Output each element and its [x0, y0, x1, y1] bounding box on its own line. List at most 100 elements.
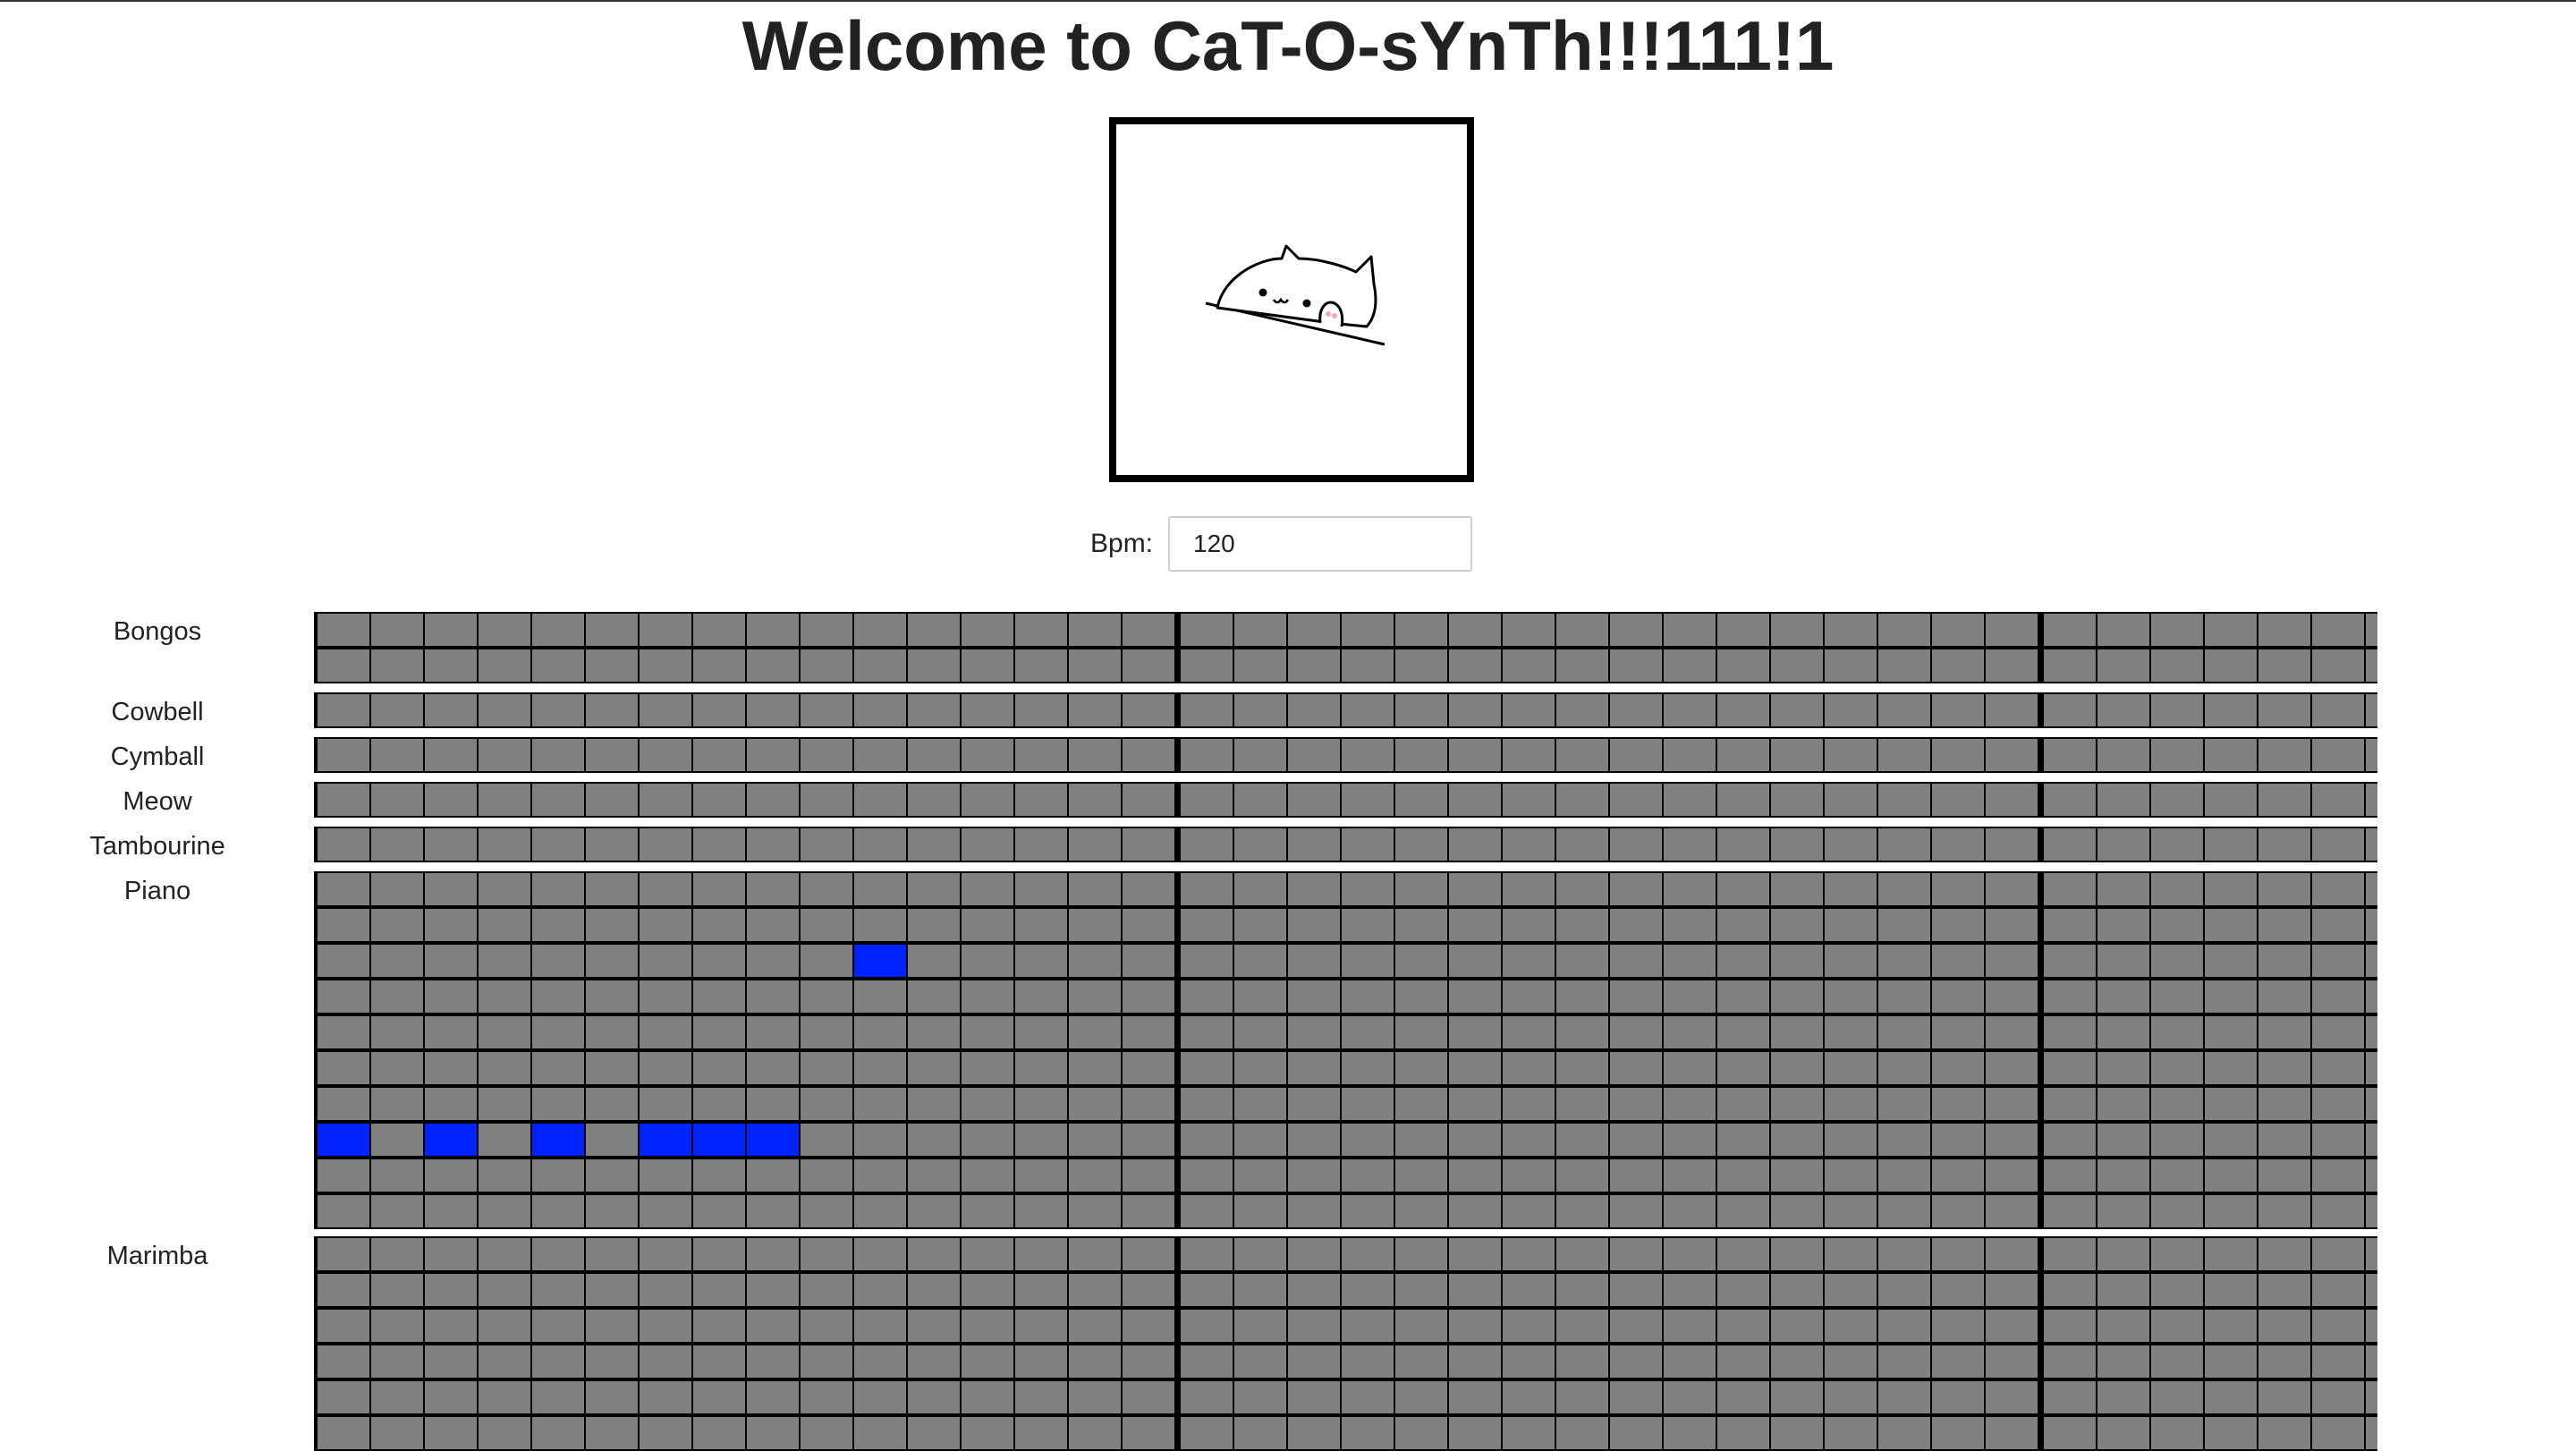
step-cell[interactable] [2205, 1195, 2257, 1227]
step-cell[interactable] [2258, 828, 2310, 861]
step-cell[interactable] [1610, 1124, 1662, 1156]
step-cell[interactable] [1342, 1238, 1394, 1270]
step-cell[interactable] [2366, 1310, 2377, 1342]
step-cell[interactable] [2205, 1274, 2257, 1306]
step-cell[interactable] [371, 1195, 423, 1227]
step-cell[interactable] [1664, 1016, 1716, 1048]
step-cell[interactable] [1932, 1274, 1984, 1306]
step-cell[interactable] [371, 1124, 423, 1156]
step-cell[interactable] [318, 1417, 369, 1449]
step-cell[interactable] [425, 1238, 477, 1270]
step-cell[interactable] [2312, 909, 2364, 941]
step-cell[interactable] [1181, 649, 1233, 682]
step-cell[interactable] [1395, 1088, 1447, 1120]
step-cell[interactable] [854, 649, 906, 682]
step-cell[interactable] [1771, 1195, 1823, 1227]
step-cell[interactable] [318, 1381, 369, 1413]
step-cell[interactable] [747, 1238, 799, 1270]
step-cell[interactable] [479, 1310, 530, 1342]
step-cell[interactable] [1986, 909, 2038, 941]
step-cell[interactable] [693, 694, 745, 726]
step-cell[interactable] [532, 1195, 584, 1227]
step-cell[interactable] [801, 1088, 852, 1120]
step-cell[interactable] [1771, 1016, 1823, 1048]
step-cell[interactable] [1556, 784, 1608, 816]
step-cell[interactable] [1069, 1124, 1121, 1156]
step-cell[interactable] [1449, 1195, 1501, 1227]
step-cell[interactable] [586, 1381, 638, 1413]
step-cell[interactable] [2366, 1195, 2377, 1227]
step-cell-active[interactable] [747, 1124, 799, 1156]
step-cell[interactable] [693, 980, 745, 1013]
step-cell[interactable] [1664, 1274, 1716, 1306]
step-cell[interactable] [1181, 1345, 1233, 1378]
step-cell[interactable] [532, 1310, 584, 1342]
step-cell[interactable] [2258, 1052, 2310, 1084]
step-cell[interactable] [1015, 1274, 1067, 1306]
step-cell[interactable] [1771, 1310, 1823, 1342]
step-cell-active[interactable] [640, 1124, 691, 1156]
step-cell[interactable] [1015, 1345, 1067, 1378]
step-cell[interactable] [747, 909, 799, 941]
step-cell[interactable] [532, 649, 584, 682]
step-cell[interactable] [1771, 945, 1823, 977]
step-cell[interactable] [1069, 1052, 1121, 1084]
step-cell[interactable] [1234, 649, 1286, 682]
step-cell[interactable] [318, 1238, 369, 1270]
step-cell[interactable] [371, 1345, 423, 1378]
step-cell[interactable] [1556, 828, 1608, 861]
step-cell[interactable] [1610, 649, 1662, 682]
step-cell[interactable] [1449, 614, 1501, 646]
step-cell[interactable] [425, 980, 477, 1013]
step-cell[interactable] [1069, 980, 1121, 1013]
step-cell[interactable] [1878, 1381, 1930, 1413]
step-cell[interactable] [1610, 1381, 1662, 1413]
step-cell[interactable] [1664, 1345, 1716, 1378]
step-cell[interactable] [2044, 909, 2096, 941]
step-cell[interactable] [1015, 1310, 1067, 1342]
step-cell[interactable] [747, 1381, 799, 1413]
step-cell[interactable] [1015, 945, 1067, 977]
step-cell[interactable] [1395, 1124, 1447, 1156]
step-cell[interactable] [1449, 1345, 1501, 1378]
step-cell[interactable] [1932, 873, 1984, 905]
step-cell[interactable] [2044, 1195, 2096, 1227]
step-cell[interactable] [1069, 649, 1121, 682]
step-cell[interactable] [801, 739, 852, 771]
step-cell[interactable] [2258, 873, 2310, 905]
step-cell[interactable] [1986, 614, 2038, 646]
step-cell[interactable] [1878, 1124, 1930, 1156]
step-cell[interactable] [1664, 649, 1716, 682]
step-cell[interactable] [1825, 1417, 1877, 1449]
step-cell[interactable] [640, 649, 691, 682]
step-cell[interactable] [1717, 828, 1769, 861]
step-cell[interactable] [1234, 1052, 1286, 1084]
step-cell[interactable] [1610, 1088, 1662, 1120]
step-cell[interactable] [801, 1124, 852, 1156]
step-cell[interactable] [2151, 784, 2203, 816]
step-cell[interactable] [532, 694, 584, 726]
step-cell[interactable] [854, 1345, 906, 1378]
step-cell[interactable] [2258, 1124, 2310, 1156]
step-cell[interactable] [2258, 1159, 2310, 1192]
step-cell[interactable] [1449, 1417, 1501, 1449]
step-cell[interactable] [1771, 1345, 1823, 1378]
step-cell[interactable] [1015, 1159, 1067, 1192]
step-cell[interactable] [2151, 1345, 2203, 1378]
step-cell[interactable] [1610, 694, 1662, 726]
step-cell[interactable] [2312, 1238, 2364, 1270]
step-cell[interactable] [2366, 614, 2377, 646]
step-cell[interactable] [1610, 873, 1662, 905]
step-cell[interactable] [854, 614, 906, 646]
step-cell[interactable] [1986, 694, 2038, 726]
step-cell[interactable] [2312, 694, 2364, 726]
step-cell[interactable] [962, 945, 1013, 977]
step-cell[interactable] [1069, 784, 1121, 816]
step-cell[interactable] [1234, 909, 1286, 941]
step-cell[interactable] [1288, 694, 1340, 726]
step-cell[interactable] [854, 1052, 906, 1084]
step-cell[interactable] [693, 1381, 745, 1413]
step-cell[interactable] [1395, 614, 1447, 646]
step-cell[interactable] [1878, 1238, 1930, 1270]
step-cell[interactable] [1556, 1238, 1608, 1270]
